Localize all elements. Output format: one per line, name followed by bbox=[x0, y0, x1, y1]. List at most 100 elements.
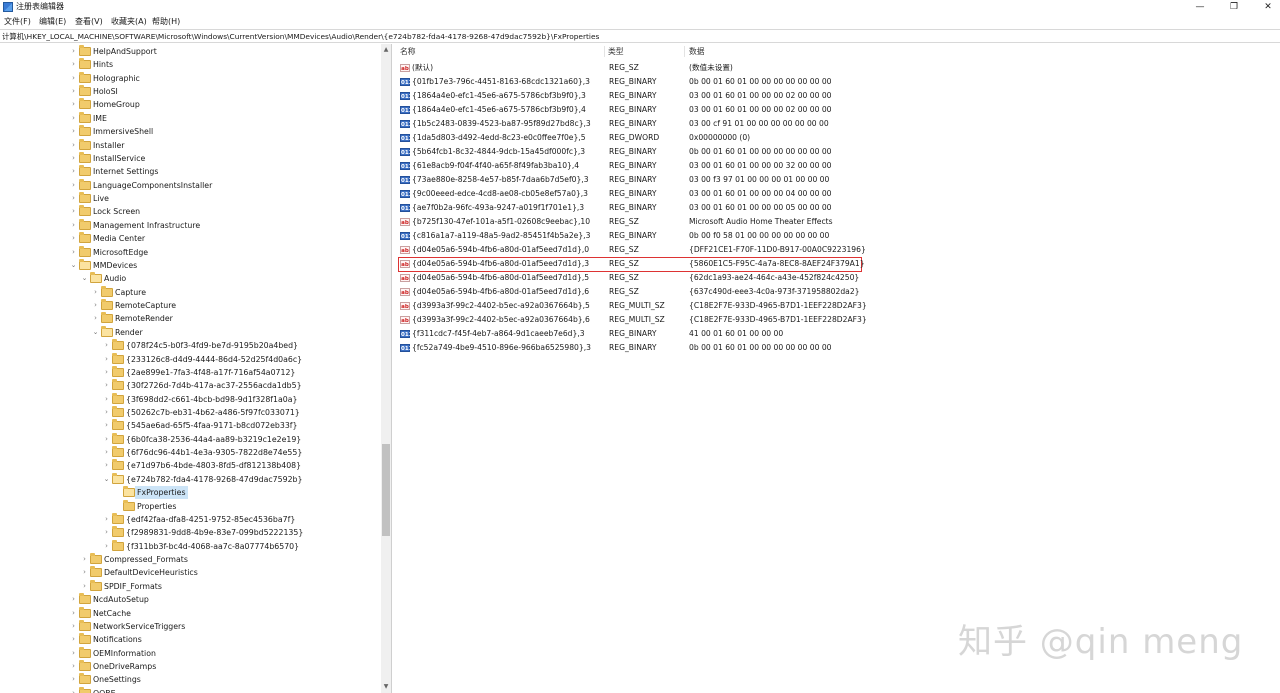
tree-item[interactable]: FxProperties bbox=[0, 486, 380, 500]
tree-item[interactable]: ⌄ MMDevices bbox=[0, 258, 380, 272]
expand-arrow-icon[interactable]: › bbox=[69, 673, 78, 686]
menu-edit[interactable]: 编辑(E) bbox=[39, 16, 66, 27]
registry-tree[interactable]: › HelpAndSupport › Hints › Holographic › HoloSI… bbox=[0, 44, 392, 693]
value-row[interactable]: 011 {9c00eeed-edce-4cd8-ae08-cb05e8ef57a0… bbox=[396, 187, 1280, 201]
expand-arrow-icon[interactable]: › bbox=[69, 179, 78, 192]
value-row[interactable]: 011 {1b5c2483-0839-4523-ba87-95f89d27bd8c… bbox=[396, 117, 1280, 131]
tree-item[interactable]: › IME bbox=[0, 111, 380, 125]
tree-item[interactable]: › HoloSI bbox=[0, 85, 380, 98]
tree-item[interactable]: › {f311bb3f-bc4d-4068-aa7c-8a07774b6570} bbox=[0, 539, 380, 553]
expand-arrow-icon[interactable]: › bbox=[91, 299, 100, 312]
tree-item[interactable]: › OneSettings bbox=[0, 673, 380, 686]
value-row[interactable]: 011 {c816a1a7-a119-48a5-9ad2-85451f4b5a2e… bbox=[396, 229, 1280, 243]
expand-arrow-icon[interactable]: › bbox=[69, 152, 78, 165]
expand-arrow-icon[interactable]: › bbox=[102, 393, 111, 406]
column-divider[interactable] bbox=[684, 46, 685, 57]
value-row[interactable]: 011 {1864a4e0-efc1-45e6-a675-5786cbf3b9f0… bbox=[396, 89, 1280, 103]
tree-item[interactable]: › NetCache bbox=[0, 606, 380, 620]
tree-item[interactable]: › SPDIF_Formats bbox=[0, 579, 380, 593]
tree-item[interactable]: › Holographic bbox=[0, 71, 380, 85]
tree-item[interactable]: › OOBE bbox=[0, 686, 380, 693]
value-row[interactable]: 011 {ae7f0b2a-96fc-493a-9247-a019f1f701e1… bbox=[396, 201, 1280, 215]
menu-favorites[interactable]: 收藏夹(A) bbox=[111, 16, 147, 27]
value-row[interactable]: ab {d04e05a6-594b-4fb6-a80d-01af5eed7d1d}… bbox=[396, 243, 1280, 257]
value-row[interactable]: ab {d3993a3f-99c2-4402-b5ec-a92a0367664b}… bbox=[396, 313, 1280, 327]
expand-arrow-icon[interactable]: › bbox=[102, 406, 111, 419]
column-header-data[interactable]: 数据 bbox=[689, 46, 705, 57]
scroll-up-icon[interactable]: ▲ bbox=[381, 44, 391, 56]
tree-item[interactable]: › DefaultDeviceHeuristics bbox=[0, 566, 380, 579]
value-row[interactable]: 011 {73ae880e-8258-4e57-b85f-7daa6b7d5ef0… bbox=[396, 173, 1280, 187]
tree-item[interactable]: › NcdAutoSetup bbox=[0, 593, 380, 606]
expand-arrow-icon[interactable]: › bbox=[102, 366, 111, 379]
expand-arrow-icon[interactable]: › bbox=[102, 446, 111, 459]
tree-item[interactable]: › {6b0fca38-2536-44a4-aa89-b3219c1e2e19} bbox=[0, 432, 380, 446]
tree-item[interactable]: ⌄ {e724b782-fda4-4178-9268-47d9dac7592b} bbox=[0, 472, 380, 486]
expand-arrow-icon[interactable]: › bbox=[69, 647, 78, 660]
expand-arrow-icon[interactable]: › bbox=[102, 433, 111, 446]
value-row[interactable]: ab {d04e05a6-594b-4fb6-a80d-01af5eed7d1d}… bbox=[396, 257, 1280, 271]
expand-arrow-icon[interactable]: › bbox=[91, 312, 100, 325]
tree-item[interactable]: › RemoteRender bbox=[0, 312, 380, 325]
column-header-type[interactable]: 类型 bbox=[608, 46, 624, 57]
tree-item[interactable]: › Compressed_Formats bbox=[0, 553, 380, 566]
tree-item[interactable]: › Installer bbox=[0, 138, 380, 152]
tree-item[interactable]: › {edf42faa-dfa8-4251-9752-85ec4536ba7f} bbox=[0, 512, 380, 526]
value-row[interactable]: 011 {61e8acb9-f04f-4f40-a65f-8f49fab3ba10… bbox=[396, 159, 1280, 173]
expand-arrow-icon[interactable]: › bbox=[69, 205, 78, 218]
tree-item[interactable]: › ImmersiveShell bbox=[0, 125, 380, 138]
tree-item[interactable]: › {f2989831-9dd8-4b9e-83e7-099bd5222135} bbox=[0, 526, 380, 539]
tree-item[interactable]: › Hints bbox=[0, 58, 380, 71]
expand-arrow-icon[interactable]: › bbox=[102, 540, 111, 553]
tree-item[interactable]: › InstallService bbox=[0, 151, 380, 165]
expand-arrow-icon[interactable]: › bbox=[69, 98, 78, 111]
tree-item[interactable]: › MicrosoftEdge bbox=[0, 245, 380, 259]
expand-arrow-icon[interactable]: › bbox=[69, 607, 78, 620]
tree-item[interactable]: › {078f24c5-b0f3-4fd9-be7d-9195b20a4bed} bbox=[0, 339, 380, 352]
expand-arrow-icon[interactable]: › bbox=[69, 192, 78, 205]
expand-arrow-icon[interactable]: › bbox=[69, 660, 78, 673]
close-button[interactable]: ✕ bbox=[1246, 0, 1280, 14]
expand-arrow-icon[interactable]: › bbox=[69, 620, 78, 633]
expand-arrow-icon[interactable]: › bbox=[69, 232, 78, 245]
expand-arrow-icon[interactable]: › bbox=[69, 165, 78, 178]
expand-arrow-icon[interactable]: › bbox=[69, 45, 78, 58]
expand-arrow-icon[interactable]: › bbox=[69, 219, 78, 232]
tree-item[interactable]: › Media Center bbox=[0, 232, 380, 245]
tree-item[interactable]: › Notifications bbox=[0, 633, 380, 646]
tree-item[interactable]: › {233126c8-d4d9-4444-86d4-52d25f4d0a6c} bbox=[0, 352, 380, 366]
scroll-down-icon[interactable]: ▼ bbox=[381, 681, 391, 693]
expand-arrow-icon[interactable]: › bbox=[69, 72, 78, 85]
collapse-arrow-icon[interactable]: ⌄ bbox=[91, 326, 100, 339]
expand-arrow-icon[interactable]: › bbox=[102, 353, 111, 366]
expand-arrow-icon[interactable]: › bbox=[80, 566, 89, 579]
tree-item[interactable]: › LanguageComponentsInstaller bbox=[0, 178, 380, 192]
tree-item[interactable]: › {2ae899e1-7fa3-4f48-a17f-716af54a0712} bbox=[0, 365, 380, 379]
value-row[interactable]: 011 {fc52a749-4be9-4510-896e-966ba6525980… bbox=[396, 341, 1280, 355]
column-divider[interactable] bbox=[604, 46, 605, 57]
tree-item[interactable]: › OneDriveRamps bbox=[0, 660, 380, 673]
expand-arrow-icon[interactable]: › bbox=[102, 526, 111, 539]
expand-arrow-icon[interactable]: › bbox=[69, 58, 78, 71]
tree-item[interactable]: › Live bbox=[0, 192, 380, 205]
tree-item[interactable]: › {e71d97b6-4bde-4803-8fd5-df812138b408} bbox=[0, 459, 380, 472]
expand-arrow-icon[interactable]: › bbox=[69, 593, 78, 606]
expand-arrow-icon[interactable]: › bbox=[80, 580, 89, 593]
value-row[interactable]: 011 {1864a4e0-efc1-45e6-a675-5786cbf3b9f0… bbox=[396, 103, 1280, 117]
tree-item[interactable]: Properties bbox=[0, 499, 380, 513]
collapse-arrow-icon[interactable]: ⌄ bbox=[102, 473, 111, 486]
collapse-arrow-icon[interactable]: ⌄ bbox=[69, 259, 78, 272]
value-row[interactable]: ab {d04e05a6-594b-4fb6-a80d-01af5eed7d1d}… bbox=[396, 271, 1280, 285]
value-row[interactable]: 011 {5b64fcb1-8c32-4844-9dcb-15a45df000fc… bbox=[396, 145, 1280, 159]
tree-item[interactable]: ⌄ Audio bbox=[0, 272, 380, 285]
expand-arrow-icon[interactable]: › bbox=[102, 459, 111, 472]
expand-arrow-icon[interactable]: › bbox=[102, 419, 111, 432]
tree-item[interactable]: › {30f2726d-7d4b-417a-ac37-2556acda1db5} bbox=[0, 379, 380, 392]
tree-item[interactable]: › {50262c7b-eb31-4b62-a486-5f97fc033071} bbox=[0, 405, 380, 419]
collapse-arrow-icon[interactable]: ⌄ bbox=[80, 272, 89, 285]
menu-file[interactable]: 文件(F) bbox=[4, 16, 31, 27]
tree-item[interactable]: › RemoteCapture bbox=[0, 299, 380, 312]
value-row[interactable]: ab (默认) REG_SZ (数值未设置) bbox=[396, 61, 1280, 75]
values-list[interactable]: 名称 类型 数据 ab (默认) REG_SZ (数值未设置) 011 {01fb17e3… bbox=[396, 44, 1280, 693]
value-row[interactable]: ab {b725f130-47ef-101a-a5f1-02608c9eebac}… bbox=[396, 215, 1280, 229]
